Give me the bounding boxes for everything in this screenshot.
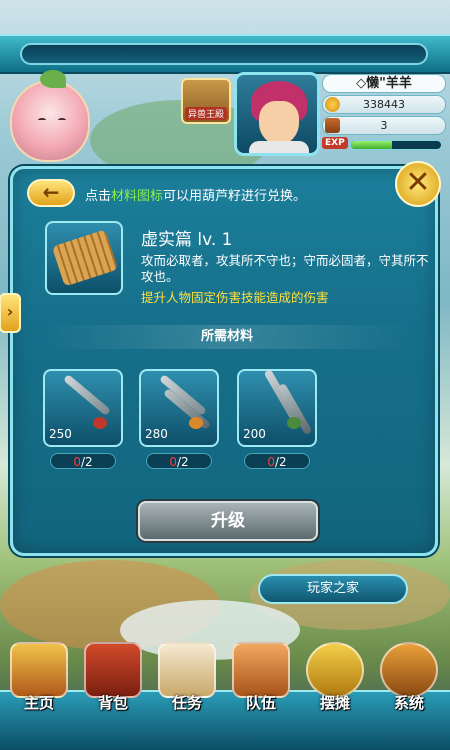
bag-row: 3 — [322, 116, 446, 135]
hint-highlight: 材料图标 — [111, 189, 164, 204]
ribbon-icon — [93, 417, 107, 429]
material-slot[interactable]: 250 0/2 — [43, 369, 123, 469]
material-slot[interactable]: 280 0/2 — [139, 369, 219, 469]
home-icon — [10, 642, 68, 698]
player-home-sign[interactable]: 玩家之家 — [258, 574, 408, 604]
gear-icon — [380, 642, 438, 698]
coin-icon — [306, 642, 364, 698]
exp-row: EXP — [322, 137, 446, 153]
pet-leaf-icon — [40, 70, 66, 88]
hint-text: 点击材料图标可以用葫芦籽进行兑换。 — [85, 189, 307, 204]
bamboo-scroll-icon — [51, 229, 119, 287]
portrait-face — [259, 101, 299, 145]
back-arrow-icon[interactable]: ← — [27, 179, 75, 207]
bag-value: 3 — [380, 119, 388, 132]
tassel-icon — [189, 417, 203, 429]
material-slot[interactable]: 200 0/2 — [237, 368, 317, 469]
player-portrait[interactable] — [234, 72, 320, 156]
nav-system[interactable]: 系统 — [374, 642, 444, 748]
nav-team[interactable]: 队伍 — [226, 642, 296, 748]
materials-title: 所需材料 — [43, 325, 411, 349]
hint-bar: ← 点击材料图标可以用葫芦籽进行兑换。 — [27, 175, 407, 209]
event-badge-label: 异兽王殿 — [185, 107, 227, 120]
exp-bar-fill — [351, 141, 392, 149]
chest-icon — [84, 642, 142, 698]
gold-value: 338443 — [363, 98, 405, 111]
material-icon-box[interactable]: 250 — [43, 369, 123, 447]
gold-row: 338443 — [322, 95, 446, 114]
ring-icon — [287, 417, 301, 429]
material-price: 280 — [145, 427, 168, 441]
nav-bag[interactable]: 背包 — [78, 642, 148, 748]
bottom-nav: 主页 背包 任务 队伍 摆摊 系统 — [0, 638, 450, 750]
gold-coin-icon — [325, 97, 340, 112]
scroll-icon — [158, 642, 216, 698]
nav-home[interactable]: 主页 — [4, 642, 74, 748]
player-stats: ◇懒"羊羊 338443 3 EXP — [322, 74, 446, 153]
exp-label: EXP — [322, 137, 348, 149]
top-bar — [0, 34, 450, 74]
material-price: 250 — [49, 427, 72, 441]
skill-effect: 提升人物固定伤害技能造成的伤害 — [141, 290, 329, 305]
pet-eye-icon — [58, 118, 66, 122]
pet-eye-icon — [38, 118, 46, 122]
material-owned: 0/2 — [244, 453, 310, 469]
skill-description: 攻而必取者，攻其所不守也；守而必固者，守其所不攻也。 — [141, 253, 429, 284]
chevron-right-icon[interactable]: › — [0, 293, 21, 333]
team-icon — [232, 642, 290, 698]
skill-title: 虚实篇 lv. 1 — [141, 230, 233, 250]
top-bar-track — [20, 43, 428, 65]
nav-tasks[interactable]: 任务 — [152, 642, 222, 748]
material-icon-box[interactable]: 280 — [139, 369, 219, 447]
upgrade-button[interactable]: 升级 — [138, 501, 318, 541]
skill-upgrade-dialog: ← 点击材料图标可以用葫芦籽进行兑换。 ✕ › 虚实篇 lv. 1 攻而必取者，… — [0, 161, 441, 556]
portrait-body — [249, 141, 309, 153]
spear-icon — [62, 373, 112, 417]
bag-icon — [325, 118, 340, 133]
material-icon-box[interactable]: 200 — [237, 368, 317, 447]
nav-stall[interactable]: 摆摊 — [300, 642, 370, 748]
material-owned: 0/2 — [146, 453, 212, 469]
close-icon[interactable]: ✕ — [395, 161, 441, 207]
exp-bar — [350, 140, 442, 150]
event-badge[interactable]: 异兽王殿 — [181, 78, 231, 124]
pet-icon[interactable] — [10, 70, 90, 162]
material-price: 200 — [243, 427, 266, 441]
skill-scroll-icon — [45, 221, 123, 295]
material-owned: 0/2 — [50, 453, 116, 469]
player-name: ◇懒"羊羊 — [322, 74, 446, 93]
